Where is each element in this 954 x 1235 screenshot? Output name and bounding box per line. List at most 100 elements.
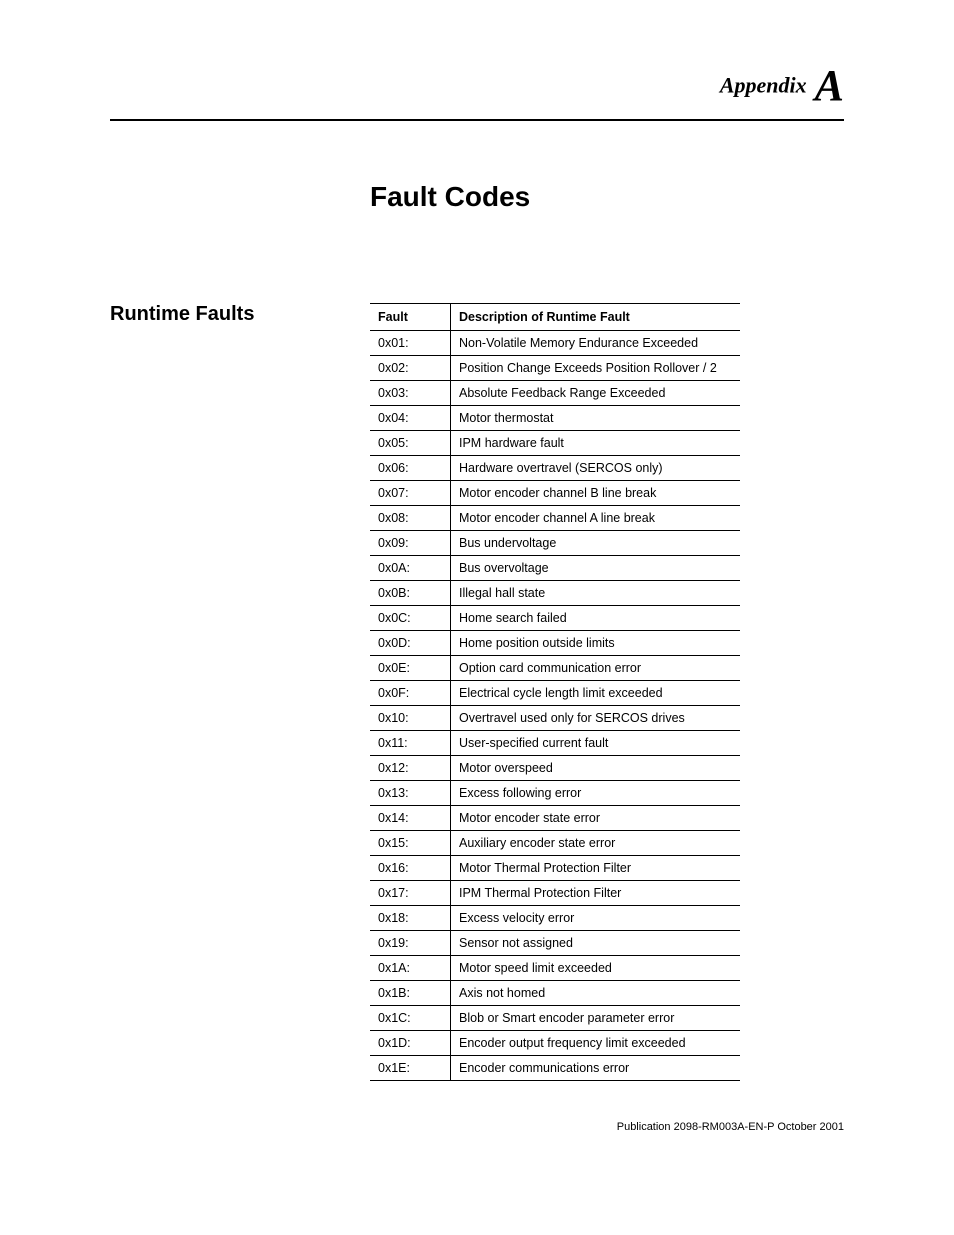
fault-description: User-specified current fault — [451, 731, 741, 756]
table-row: 0x1D:Encoder output frequency limit exce… — [370, 1031, 740, 1056]
fault-description: Non-Volatile Memory Endurance Exceeded — [451, 331, 741, 356]
fault-code: 0x1D: — [370, 1031, 451, 1056]
fault-code: 0x1E: — [370, 1056, 451, 1081]
fault-description: Bus undervoltage — [451, 531, 741, 556]
fault-description: Position Change Exceeds Position Rollove… — [451, 356, 741, 381]
fault-description: Encoder communications error — [451, 1056, 741, 1081]
page-footer: Publication 2098-RM003A-EN-P October 200… — [110, 1121, 844, 1133]
fault-description: Encoder output frequency limit exceeded — [451, 1031, 741, 1056]
fault-code: 0x0E: — [370, 656, 451, 681]
table-row: 0x09:Bus undervoltage — [370, 531, 740, 556]
fault-code: 0x0A: — [370, 556, 451, 581]
table-row: 0x04:Motor thermostat — [370, 406, 740, 431]
fault-description: Blob or Smart encoder parameter error — [451, 1006, 741, 1031]
table-row: 0x02:Position Change Exceeds Position Ro… — [370, 356, 740, 381]
fault-description: Motor encoder state error — [451, 806, 741, 831]
fault-description: Option card communication error — [451, 656, 741, 681]
table-row: 0x0D:Home position outside limits — [370, 631, 740, 656]
table-row: 0x1E:Encoder communications error — [370, 1056, 740, 1081]
fault-code: 0x02: — [370, 356, 451, 381]
fault-code: 0x14: — [370, 806, 451, 831]
fault-code: 0x11: — [370, 731, 451, 756]
fault-description: IPM Thermal Protection Filter — [451, 881, 741, 906]
fault-code: 0x04: — [370, 406, 451, 431]
fault-description: Excess following error — [451, 781, 741, 806]
table-row: 0x1A:Motor speed limit exceeded — [370, 956, 740, 981]
fault-code: 0x13: — [370, 781, 451, 806]
table-row: 0x08:Motor encoder channel A line break — [370, 506, 740, 531]
table-row: 0x10:Overtravel used only for SERCOS dri… — [370, 706, 740, 731]
table-row: 0x1B:Axis not homed — [370, 981, 740, 1006]
fault-code: 0x06: — [370, 456, 451, 481]
table-row: 0x0B:Illegal hall state — [370, 581, 740, 606]
fault-code: 0x1A: — [370, 956, 451, 981]
fault-description: Absolute Feedback Range Exceeded — [451, 381, 741, 406]
table-row: 0x13:Excess following error — [370, 781, 740, 806]
section-heading: Runtime Faults — [110, 303, 370, 326]
fault-code: 0x0C: — [370, 606, 451, 631]
fault-description: Excess velocity error — [451, 906, 741, 931]
fault-code: 0x1C: — [370, 1006, 451, 1031]
fault-code: 0x08: — [370, 506, 451, 531]
fault-code: 0x0B: — [370, 581, 451, 606]
table-row: 0x0F:Electrical cycle length limit excee… — [370, 681, 740, 706]
table-row: 0x16:Motor Thermal Protection Filter — [370, 856, 740, 881]
table-row: 0x19:Sensor not assigned — [370, 931, 740, 956]
fault-code: 0x01: — [370, 331, 451, 356]
fault-description: Overtravel used only for SERCOS drives — [451, 706, 741, 731]
fault-code: 0x16: — [370, 856, 451, 881]
table-row: 0x1C:Blob or Smart encoder parameter err… — [370, 1006, 740, 1031]
fault-code: 0x17: — [370, 881, 451, 906]
fault-code: 0x05: — [370, 431, 451, 456]
table-row: 0x0E:Option card communication error — [370, 656, 740, 681]
fault-description: Motor encoder channel B line break — [451, 481, 741, 506]
table-row: 0x18:Excess velocity error — [370, 906, 740, 931]
table-row: 0x0C:Home search failed — [370, 606, 740, 631]
table-row: 0x03:Absolute Feedback Range Exceeded — [370, 381, 740, 406]
appendix-letter: A — [815, 61, 844, 110]
fault-code: 0x19: — [370, 931, 451, 956]
fault-description: Illegal hall state — [451, 581, 741, 606]
fault-code: 0x15: — [370, 831, 451, 856]
appendix-label: Appendix — [720, 73, 807, 98]
fault-description: Motor speed limit exceeded — [451, 956, 741, 981]
fault-code: 0x10: — [370, 706, 451, 731]
fault-description: Electrical cycle length limit exceeded — [451, 681, 741, 706]
content-row: Runtime Faults Fault Description of Runt… — [110, 303, 844, 1081]
fault-description: Axis not homed — [451, 981, 741, 1006]
fault-code: 0x07: — [370, 481, 451, 506]
fault-code: 0x1B: — [370, 981, 451, 1006]
fault-code: 0x0D: — [370, 631, 451, 656]
fault-description: Bus overvoltage — [451, 556, 741, 581]
table-header-desc: Description of Runtime Fault — [451, 304, 741, 331]
table-row: 0x14:Motor encoder state error — [370, 806, 740, 831]
fault-description: Home search failed — [451, 606, 741, 631]
table-row: 0x12:Motor overspeed — [370, 756, 740, 781]
page-title: Fault Codes — [370, 181, 844, 213]
fault-description: Motor encoder channel A line break — [451, 506, 741, 531]
fault-description: Motor Thermal Protection Filter — [451, 856, 741, 881]
fault-description: Auxiliary encoder state error — [451, 831, 741, 856]
table-row: 0x06:Hardware overtravel (SERCOS only) — [370, 456, 740, 481]
fault-code: 0x09: — [370, 531, 451, 556]
table-row: 0x15:Auxiliary encoder state error — [370, 831, 740, 856]
table-row: 0x01:Non-Volatile Memory Endurance Excee… — [370, 331, 740, 356]
table-row: 0x05:IPM hardware fault — [370, 431, 740, 456]
appendix-header: Appendix A — [110, 60, 844, 111]
table-header-row: Fault Description of Runtime Fault — [370, 304, 740, 331]
fault-code: 0x03: — [370, 381, 451, 406]
fault-description: Motor thermostat — [451, 406, 741, 431]
fault-code: 0x0F: — [370, 681, 451, 706]
table-row: 0x07:Motor encoder channel B line break — [370, 481, 740, 506]
header-rule — [110, 119, 844, 121]
table-header-fault: Fault — [370, 304, 451, 331]
table-row: 0x17:IPM Thermal Protection Filter — [370, 881, 740, 906]
fault-description: Hardware overtravel (SERCOS only) — [451, 456, 741, 481]
page: Appendix A Fault Codes Runtime Faults Fa… — [0, 0, 954, 1173]
fault-code: 0x18: — [370, 906, 451, 931]
fault-table: Fault Description of Runtime Fault 0x01:… — [370, 303, 740, 1081]
fault-description: Sensor not assigned — [451, 931, 741, 956]
fault-description: Home position outside limits — [451, 631, 741, 656]
fault-code: 0x12: — [370, 756, 451, 781]
fault-description: IPM hardware fault — [451, 431, 741, 456]
